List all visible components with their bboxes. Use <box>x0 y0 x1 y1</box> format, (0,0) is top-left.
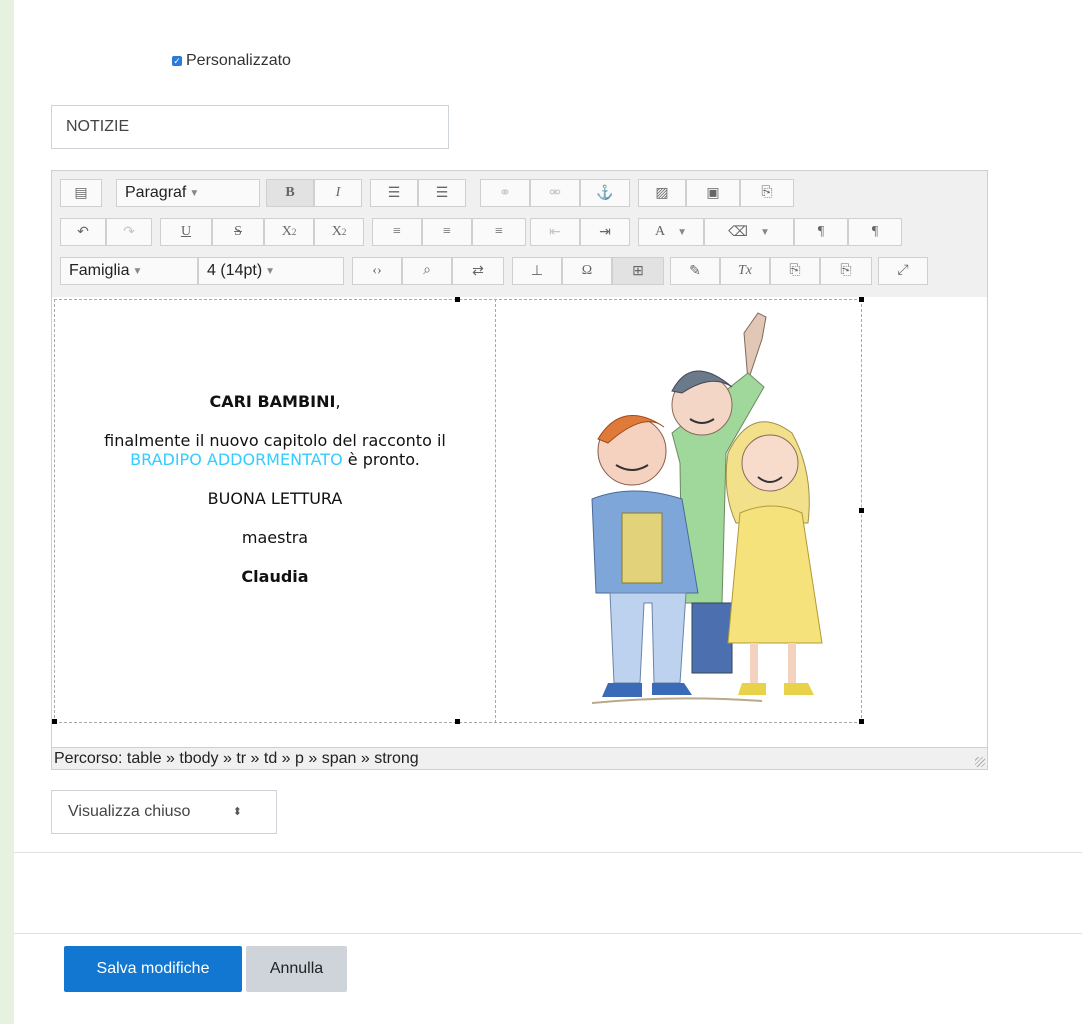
numbered-list-button[interactable]: ☰ <box>418 179 466 207</box>
editor-toolbar: ▤ Paragraf ▼ B I ☰ ☰ ⚭ ⚮ ⚓ ▨ ▣ ⎘ ↶ ↷ U S … <box>52 171 987 298</box>
resize-handle[interactable] <box>859 508 864 513</box>
image-icon[interactable]: ▨ <box>638 179 686 207</box>
role-text: maestra <box>241 528 309 547</box>
special-char-icon[interactable]: Ω <box>562 257 612 285</box>
bullet-list-button[interactable]: ☰ <box>370 179 418 207</box>
resize-handle[interactable] <box>455 297 460 302</box>
visibility-select[interactable]: Visualizza chiuso ⬍ <box>51 790 277 834</box>
children-illustration <box>591 312 823 704</box>
insert-icon[interactable]: ⊥ <box>512 257 562 285</box>
strikethrough-button[interactable]: S <box>212 218 264 246</box>
resize-grip-icon[interactable] <box>975 757 985 767</box>
wish-text: BUONA LETTURA <box>207 489 343 508</box>
font-family-select[interactable]: Famiglia ▼ <box>60 257 198 285</box>
chevron-down-icon: ▼ <box>265 265 276 277</box>
link-icon[interactable]: ⚭ <box>480 179 530 207</box>
chevron-down-icon: ▼ <box>189 187 200 199</box>
subscript-button[interactable]: X2 <box>264 218 314 246</box>
title-input[interactable]: NOTIZIE <box>51 105 449 149</box>
superscript-button[interactable]: X2 <box>314 218 364 246</box>
element-path: Percorso: table » tbody » tr » td » p » … <box>54 750 419 767</box>
name-text: Claudia <box>241 567 309 586</box>
save-button[interactable]: Salva modifiche <box>64 946 242 992</box>
paragraph-format-value: Paragraf <box>125 184 187 201</box>
fullscreen-icon[interactable]: ⤢ <box>878 257 928 285</box>
rtl-icon[interactable]: ¶ <box>848 218 902 246</box>
font-size-value: 4 (14pt) <box>207 262 263 279</box>
cleanup-icon[interactable]: ✎ <box>670 257 720 285</box>
greeting-punct: , <box>335 392 341 411</box>
find-icon[interactable]: ⌕ <box>402 257 452 285</box>
font-size-select[interactable]: 4 (14pt) ▼ <box>198 257 344 285</box>
background-color-icon[interactable]: ⌫ ▼ <box>704 218 794 246</box>
resize-handle[interactable] <box>52 719 57 724</box>
resize-handle[interactable] <box>455 719 460 724</box>
bold-button[interactable]: B <box>266 179 314 207</box>
undo-icon[interactable]: ↶ <box>60 218 106 246</box>
align-center-icon[interactable]: ≡ <box>422 218 472 246</box>
chevron-down-icon: ▼ <box>132 265 143 277</box>
outdent-icon[interactable]: ⇤ <box>530 218 580 246</box>
align-right-icon[interactable]: ≡ <box>472 218 526 246</box>
font-family-value: Famiglia <box>69 262 130 279</box>
anchor-icon[interactable]: ⚓ <box>580 179 630 207</box>
redo-icon[interactable]: ↷ <box>106 218 152 246</box>
clear-format-icon[interactable]: Tx <box>720 257 770 285</box>
toolbar-toggle-icon[interactable]: ▤ <box>60 179 102 207</box>
paragraph-format-select[interactable]: Paragraf ▼ <box>116 179 260 207</box>
rich-text-editor: ▤ Paragraf ▼ B I ☰ ☰ ⚭ ⚮ ⚓ ▨ ▣ ⎘ ↶ ↷ U S … <box>51 170 988 770</box>
custom-checkbox-label: Personalizzato <box>186 52 291 69</box>
line2-rest: è pronto. <box>342 450 420 469</box>
code-icon[interactable]: ‹› <box>352 257 402 285</box>
underline-button[interactable]: U <box>160 218 212 246</box>
divider <box>14 933 1082 934</box>
text-color-icon[interactable]: A ▼ <box>638 218 704 246</box>
ltr-icon[interactable]: ¶ <box>794 218 848 246</box>
italic-button[interactable]: I <box>314 179 362 207</box>
table-cell-divider <box>495 299 496 723</box>
table-icon[interactable]: ⊞ <box>612 257 664 285</box>
cancel-button[interactable]: Annulla <box>246 946 347 992</box>
visibility-select-value: Visualizza chiuso <box>68 803 191 820</box>
select-arrows-icon: ⬍ <box>232 806 242 818</box>
highlighted-title: BRADIPO ADDORMENTATO <box>130 450 343 469</box>
indent-icon[interactable]: ⇥ <box>580 218 630 246</box>
editor-content[interactable]: CARI BAMBINI, finalmente il nuovo capito… <box>52 297 987 747</box>
align-left-icon[interactable]: ≡ <box>372 218 422 246</box>
media-icon[interactable]: ▣ <box>686 179 740 207</box>
paste-word-icon[interactable]: ⎘ <box>820 257 872 285</box>
paste-text-icon[interactable]: ⎘ <box>770 257 820 285</box>
message-cell[interactable]: CARI BAMBINI, finalmente il nuovo capito… <box>56 392 494 586</box>
unlink-icon[interactable]: ⚮ <box>530 179 580 207</box>
replace-icon[interactable]: ⇄ <box>452 257 504 285</box>
resize-handle[interactable] <box>859 297 864 302</box>
line1: finalmente il nuovo capitolo del raccont… <box>104 431 446 450</box>
manage-files-icon[interactable]: ⎘ <box>740 179 794 207</box>
custom-checkbox-row[interactable]: ✓ Personalizzato <box>172 52 291 70</box>
divider <box>14 852 1082 853</box>
custom-checkbox[interactable]: ✓ <box>172 56 182 66</box>
resize-handle[interactable] <box>859 719 864 724</box>
greeting: CARI BAMBINI <box>209 392 336 411</box>
editor-statusbar: Percorso: table » tbody » tr » td » p » … <box>52 747 987 769</box>
